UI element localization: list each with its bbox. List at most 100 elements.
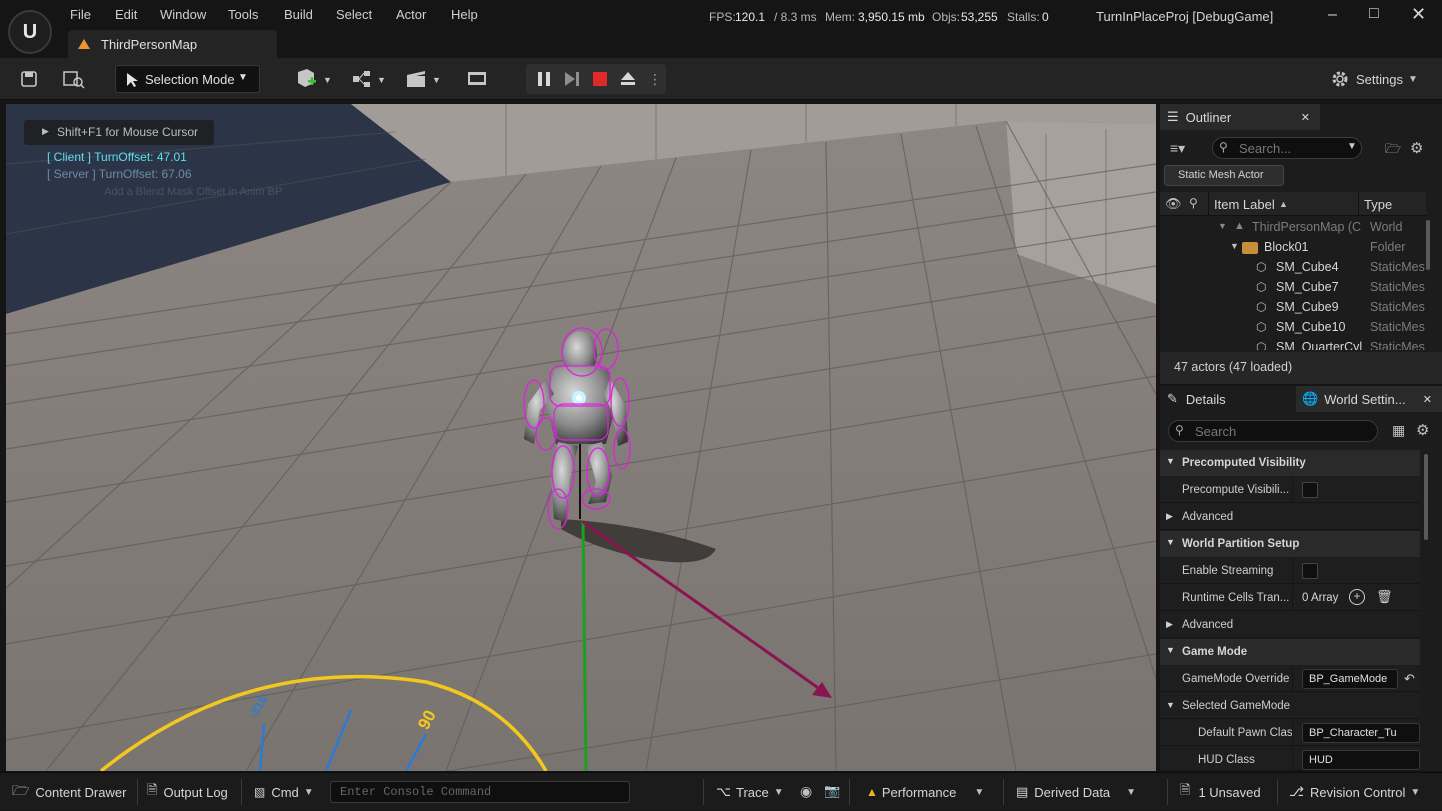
maximize-icon[interactable]: □ <box>1369 5 1379 23</box>
static-mesh-icon: ⬡ <box>1256 340 1267 350</box>
default-pawn-select[interactable]: BP_Character_Tu <box>1302 723 1420 743</box>
hint-text: Shift+F1 for Mouse Cursor <box>57 125 199 139</box>
objs-label: Objs: <box>932 10 961 24</box>
enable-streaming-checkbox[interactable] <box>1302 563 1318 579</box>
prop-advanced[interactable]: ▶ Advanced <box>1160 504 1420 530</box>
blueprint-icon[interactable]: ▼ <box>350 67 390 91</box>
reset-arrow-icon[interactable]: ↶ <box>1404 671 1415 687</box>
cmd-dropdown[interactable]: ▧ Cmd ▼ <box>254 773 314 811</box>
menu-file[interactable]: File <box>70 7 91 22</box>
tab-details[interactable]: ✎ Details <box>1160 386 1294 412</box>
outliner-tab-label: Outliner <box>1185 109 1232 125</box>
menu-window[interactable]: Window <box>160 7 206 22</box>
details-search-input[interactable]: ⚲ Search <box>1168 420 1378 442</box>
fps-value: 120.1 <box>735 10 766 24</box>
output-log-icon: 🗎 <box>147 782 158 797</box>
menu-help[interactable]: Help <box>451 7 478 22</box>
gamemode-override-select[interactable]: BP_GameMode <box>1302 669 1398 689</box>
tree-row-actor[interactable]: ⬡ SM_Cube10 StaticMes <box>1160 318 1426 338</box>
menu-select[interactable]: Select <box>336 7 372 22</box>
pin-icon[interactable]: ⚲ <box>1189 196 1198 210</box>
stalls-value: 0 <box>1042 10 1049 24</box>
content-drawer-button[interactable]: 🗁 Content Drawer <box>12 773 126 811</box>
mouse-cursor-hint: ▶ Shift+F1 for Mouse Cursor <box>24 120 214 145</box>
tab-third-person-map[interactable]: ThirdPersonMap <box>68 30 277 58</box>
prop-default-pawn: Default Pawn Clas BP_Character_Tu <box>1160 720 1420 746</box>
performance-dropdown[interactable]: ▲ Performance ▼ <box>866 773 984 811</box>
title-bar: U File Edit Window Tools Build Select Ac… <box>0 0 1442 60</box>
gear-icon <box>1332 71 1348 87</box>
close-outliner-icon[interactable]: ✕ <box>1301 111 1310 124</box>
prop-gamemode-override: GameMode Override BP_GameMode ↶ <box>1160 666 1420 692</box>
tree-row-actor[interactable]: ⬡ SM_Cube4 StaticMes <box>1160 258 1426 278</box>
prop-selected-gamemode[interactable]: ▼ Selected GameMode <box>1160 693 1420 719</box>
tree-row-actor[interactable]: ⬡ SM_Cube7 StaticMes <box>1160 278 1426 298</box>
tree-row-folder[interactable]: ▼ Block01 Folder <box>1160 238 1426 258</box>
tree-row-actor[interactable]: ⬡ SM_Cube9 StaticMes <box>1160 298 1426 318</box>
eject-icon[interactable] <box>618 67 638 91</box>
selection-mode-dropdown[interactable]: Selection Mode ▼ <box>115 65 260 93</box>
add-actor-icon[interactable]: ▼ <box>294 67 334 91</box>
derived-data-dropdown[interactable]: ▤ Derived Data ▼ <box>1016 773 1136 811</box>
output-log-button[interactable]: 🗎 Output Log <box>147 773 228 811</box>
unreal-logo-icon[interactable]: U <box>8 10 52 54</box>
objs-value: 53,255 <box>961 10 998 24</box>
trace-dropdown[interactable]: ⌥ Trace ▼ <box>716 773 784 811</box>
static-mesh-icon: ⬡ <box>1256 260 1267 274</box>
hud-class-select[interactable]: HUD <box>1302 750 1420 770</box>
section-precomputed-visibility[interactable]: ▼ Precomputed Visibility <box>1160 450 1420 476</box>
stop-icon[interactable] <box>590 67 610 91</box>
filter-chip-static-mesh[interactable]: Static Mesh Actor <box>1164 165 1284 186</box>
save-icon[interactable] <box>18 67 40 91</box>
visibility-eye-icon[interactable]: 👁 <box>1165 196 1182 212</box>
table-view-icon[interactable]: ▦ <box>1392 422 1405 439</box>
level-viewport[interactable]: ▶ Shift+F1 for Mouse Cursor [ Client ] T… <box>6 104 1156 771</box>
menu-actor[interactable]: Actor <box>396 7 426 22</box>
tab-world-settings[interactable]: 🌐 World Settin... ✕ <box>1296 386 1442 412</box>
prop-advanced[interactable]: ▶ Advanced <box>1160 612 1420 638</box>
mem-label: Mem: <box>825 10 855 24</box>
frame-ms: / 8.3 ms <box>774 10 817 24</box>
unsaved-button[interactable]: 🗎 1 Unsaved <box>1180 773 1261 811</box>
minimize-icon[interactable]: – <box>1328 6 1337 24</box>
outliner-settings-icon[interactable]: ⚙ <box>1410 139 1423 157</box>
details-scrollbar[interactable] <box>1424 454 1428 540</box>
filter-icon[interactable]: ≡▾ <box>1170 140 1185 157</box>
tree-row-actor[interactable]: ⬡ SM_QuarterCyl StaticMes <box>1160 338 1426 350</box>
cmd-chevron-icon: ▼ <box>303 786 314 798</box>
close-world-settings-icon[interactable]: ✕ <box>1423 393 1432 406</box>
main-toolbar: Selection Mode ▼ ▼ ▼ ▼ ⋮ Settings ▼ <box>0 58 1442 100</box>
add-element-icon[interactable]: + <box>1349 589 1365 605</box>
stalls-label: Stalls: <box>1007 10 1040 24</box>
trace-chevron-icon: ▼ <box>773 786 784 798</box>
trash-icon[interactable]: 🗑 <box>1376 589 1393 605</box>
cinematics-icon[interactable]: ▼ <box>404 67 444 91</box>
record-icon[interactable]: ◉ <box>800 783 812 800</box>
col-type[interactable]: Type <box>1364 197 1392 212</box>
warning-icon: ▲ <box>866 785 878 799</box>
close-icon[interactable]: ✕ <box>1411 4 1426 25</box>
tree-row-world[interactable]: ▼ ▲ ThirdPersonMap (C World <box>1160 218 1426 238</box>
revision-control-dropdown[interactable]: ⎇ Revision Control ▼ <box>1289 773 1420 811</box>
derived-data-chevron-icon: ▼ <box>1126 786 1137 798</box>
screenshot-icon[interactable]: 📷 <box>824 783 840 799</box>
details-settings-icon[interactable]: ⚙ <box>1416 421 1429 439</box>
browse-icon[interactable] <box>61 67 87 91</box>
menu-edit[interactable]: Edit <box>115 7 137 22</box>
menu-build[interactable]: Build <box>284 7 313 22</box>
more-options-icon[interactable]: ⋮ <box>648 67 662 91</box>
precompute-visibility-checkbox[interactable] <box>1302 482 1318 498</box>
outliner-scrollbar[interactable] <box>1426 220 1430 270</box>
col-item-label[interactable]: Item Label <box>1214 197 1275 212</box>
tab-outliner[interactable]: ☰ Outliner ✕ <box>1160 104 1320 130</box>
section-game-mode[interactable]: ▼ Game Mode <box>1160 639 1420 665</box>
platforms-icon[interactable] <box>464 67 490 91</box>
new-folder-icon[interactable]: 🗁 <box>1385 140 1401 162</box>
outliner-search-input[interactable]: ⚲ Search... ▼ <box>1212 137 1362 159</box>
section-world-partition[interactable]: ▼ World Partition Setup <box>1160 531 1420 557</box>
pause-icon[interactable] <box>534 67 554 91</box>
console-command-input[interactable]: Enter Console Command <box>330 781 630 803</box>
menu-tools[interactable]: Tools <box>228 7 258 22</box>
settings-button[interactable]: Settings ▼ <box>1330 67 1430 91</box>
step-frame-icon[interactable] <box>562 67 582 91</box>
